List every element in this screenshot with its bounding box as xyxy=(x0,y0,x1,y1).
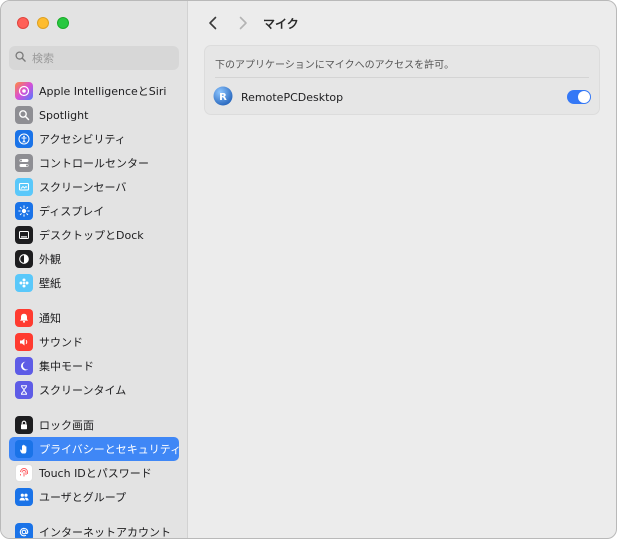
sidebar-item-screensaver[interactable]: スクリーンセーバ xyxy=(9,175,179,199)
sidebar-item-label: コントロールセンター xyxy=(39,157,149,170)
sidebar-item-label: デスクトップとDock xyxy=(39,229,144,242)
appearance-icon xyxy=(15,250,33,268)
sidebar-item-label: スクリーンセーバ xyxy=(39,181,127,194)
panel-description: 下のアプリケーションにマイクへのアクセスを許可。 xyxy=(215,60,455,71)
settings-window: Apple IntelligenceとSiri Spotlight アクセシビリ… xyxy=(0,0,617,539)
sidebar-item-appearance[interactable]: 外観 xyxy=(9,247,179,271)
sidebar-item-label: プライバシーとセキュリティ xyxy=(39,443,182,456)
sidebar-item-screen-time[interactable]: スクリーンタイム xyxy=(9,378,179,402)
minimize-button[interactable] xyxy=(37,17,49,29)
sidebar-item-label: 壁紙 xyxy=(39,277,61,290)
sidebar-item-label: 集中モード xyxy=(39,360,94,373)
sidebar-item-internet-accounts[interactable]: インターネットアカウント xyxy=(9,520,179,539)
sidebar-item-sound[interactable]: サウンド xyxy=(9,330,179,354)
search-input[interactable] xyxy=(32,51,162,65)
screen-time-icon xyxy=(15,381,33,399)
display-icon xyxy=(15,202,33,220)
microphone-permissions-panel: 下のアプリケーションにマイクへのアクセスを許可。 R RemotePCDeskt… xyxy=(204,45,600,115)
fingerprint-icon xyxy=(15,464,33,482)
sidebar-item-label: Touch IDとパスワード xyxy=(39,467,152,480)
zoom-button[interactable] xyxy=(57,17,69,29)
close-button[interactable] xyxy=(17,17,29,29)
sidebar-item-privacy-security[interactable]: プライバシーとセキュリティ xyxy=(9,437,182,461)
sidebar-item-label: インターネットアカウント xyxy=(39,526,171,539)
sidebar-item-lock-screen[interactable]: ロック画面 xyxy=(9,413,179,437)
sidebar-item-siri[interactable]: Apple IntelligenceとSiri xyxy=(9,79,179,103)
app-name: RemotePCDesktop xyxy=(241,90,344,104)
sidebar-item-label: 通知 xyxy=(39,312,61,325)
sidebar-item-spotlight[interactable]: Spotlight xyxy=(9,103,179,127)
sidebar-item-control-center[interactable]: コントロールセンター xyxy=(9,151,179,175)
users-groups-icon xyxy=(15,488,33,506)
sidebar-item-desktop-dock[interactable]: デスクトップとDock xyxy=(9,223,179,247)
screensaver-icon xyxy=(15,178,33,196)
app-row: R RemotePCDesktop xyxy=(213,84,591,110)
sidebar-item-label: サウンド xyxy=(39,336,83,349)
sidebar-item-focus[interactable]: 集中モード xyxy=(9,354,179,378)
sidebar-item-label: ユーザとグループ xyxy=(39,491,127,504)
search-field[interactable] xyxy=(9,46,179,70)
siri-icon xyxy=(15,82,33,100)
spotlight-icon xyxy=(15,106,33,124)
desktop-dock-icon xyxy=(15,226,33,244)
lock-screen-icon xyxy=(15,416,33,434)
search-icon xyxy=(15,51,26,65)
divider xyxy=(215,77,589,78)
focus-icon xyxy=(15,357,33,375)
privacy-hand-icon xyxy=(15,440,33,458)
sidebar-item-label: ディスプレイ xyxy=(39,205,105,218)
sidebar-item-accessibility[interactable]: アクセシビリティ xyxy=(9,127,179,151)
toggle-knob xyxy=(578,91,590,103)
sidebar-list: Apple IntelligenceとSiri Spotlight アクセシビリ… xyxy=(9,79,182,539)
sidebar-item-wallpaper[interactable]: 壁紙 xyxy=(9,271,179,295)
sidebar-item-label: Spotlight xyxy=(39,108,89,122)
sidebar-item-label: ロック画面 xyxy=(39,419,94,432)
page-title: マイク xyxy=(263,17,299,31)
back-button[interactable] xyxy=(203,13,223,33)
sidebar-item-label: 外観 xyxy=(39,253,61,266)
sidebar-item-display[interactable]: ディスプレイ xyxy=(9,199,179,223)
chevron-left-icon xyxy=(209,16,217,30)
sidebar-item-touch-id[interactable]: Touch IDとパスワード xyxy=(9,461,179,485)
microphone-access-toggle[interactable] xyxy=(567,90,591,104)
accessibility-icon xyxy=(15,130,33,148)
remotepc-icon: R xyxy=(213,86,233,109)
svg-text:R: R xyxy=(219,92,227,103)
sound-icon xyxy=(15,333,33,351)
internet-accounts-icon xyxy=(15,523,33,538)
sidebar-item-label: スクリーンタイム xyxy=(39,384,127,397)
wallpaper-icon xyxy=(15,274,33,292)
window-controls xyxy=(17,17,69,29)
chevron-right-icon xyxy=(239,16,247,30)
sidebar-item-label: Apple IntelligenceとSiri xyxy=(39,85,167,98)
toolbar: マイク xyxy=(189,1,616,45)
sidebar-item-notifications[interactable]: 通知 xyxy=(9,306,179,330)
sidebar: Apple IntelligenceとSiri Spotlight アクセシビリ… xyxy=(1,1,188,539)
forward-button[interactable] xyxy=(233,13,253,33)
sidebar-item-users-groups[interactable]: ユーザとグループ xyxy=(9,485,179,509)
sidebar-item-label: アクセシビリティ xyxy=(39,133,126,146)
notifications-icon xyxy=(15,309,33,327)
control-center-icon xyxy=(15,154,33,172)
